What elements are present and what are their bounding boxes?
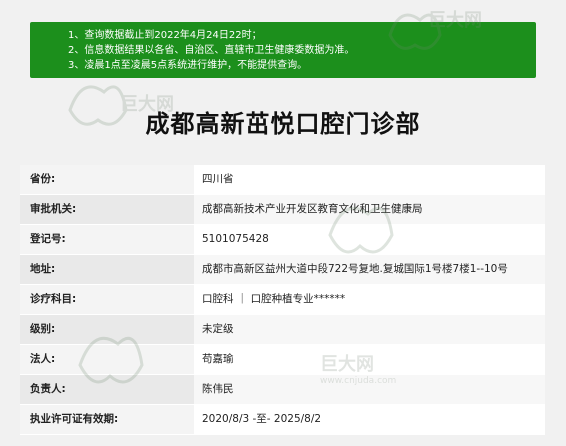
label-license: 执业许可证有效期: <box>20 405 194 434</box>
value-license: 2020/8/3 -至- 2025/8/2 <box>194 405 545 434</box>
table-row-registration: 登记号: 5101075428 <box>20 225 545 255</box>
notice-line-3: 3、凌晨1点至凌晨5点系统进行维护，不能提供查询。 <box>68 60 308 71</box>
value-level: 未定级 <box>194 315 545 344</box>
label-authority: 审批机关: <box>20 195 194 224</box>
label-registration: 登记号: <box>20 225 194 254</box>
label-province: 省份: <box>20 165 194 194</box>
table-row-province: 省份: 四川省 <box>20 165 545 195</box>
value-responsible: 陈伟民 <box>194 375 545 404</box>
page-title: 成都高新茁悦口腔门诊部 <box>145 110 421 138</box>
label-departments: 诊疗科目: <box>20 285 194 314</box>
notice-line-2: 2、信息数据结果以各省、自治区、直辖市卫生健康委数据为准。 <box>68 45 355 56</box>
label-address: 地址: <box>20 255 194 284</box>
value-registration: 5101075428 <box>194 225 545 254</box>
info-table: 省份: 四川省 审批机关: 成都高新技术产业开发区教育文化和卫生健康局 登记号:… <box>20 165 545 435</box>
value-province: 四川省 <box>194 165 545 194</box>
table-row-departments: 诊疗科目: 口腔科 ｜ 口腔种植专业****** <box>20 285 545 315</box>
page: 1、查询数据截止到2022年4月24日22时； 2、信息数据结果以各省、自治区、… <box>0 0 566 446</box>
table-row-legal-person: 法人: 苟嘉瑜 <box>20 345 545 375</box>
value-departments: 口腔科 ｜ 口腔种植专业****** <box>194 285 545 314</box>
table-row-authority: 审批机关: 成都高新技术产业开发区教育文化和卫生健康局 <box>20 195 545 225</box>
table-row-responsible: 负责人: 陈伟民 <box>20 375 545 405</box>
table-row-address: 地址: 成都市高新区益州大道中段722号复地.复城国际1号楼7楼1--10号 <box>20 255 545 285</box>
notice-line-1: 1、查询数据截止到2022年4月24日22时； <box>68 30 262 41</box>
label-legal-person: 法人: <box>20 345 194 374</box>
label-responsible: 负责人: <box>20 375 194 404</box>
label-level: 级别: <box>20 315 194 344</box>
value-address: 成都市高新区益州大道中段722号复地.复城国际1号楼7楼1--10号 <box>194 255 545 284</box>
value-legal-person: 苟嘉瑜 <box>194 345 545 374</box>
table-row-level: 级别: 未定级 <box>20 315 545 345</box>
table-row-license: 执业许可证有效期: 2020/8/3 -至- 2025/8/2 <box>20 405 545 435</box>
value-authority: 成都高新技术产业开发区教育文化和卫生健康局 <box>194 195 545 224</box>
notice-banner: 1、查询数据截止到2022年4月24日22时； 2、信息数据结果以各省、自治区、… <box>30 22 536 78</box>
